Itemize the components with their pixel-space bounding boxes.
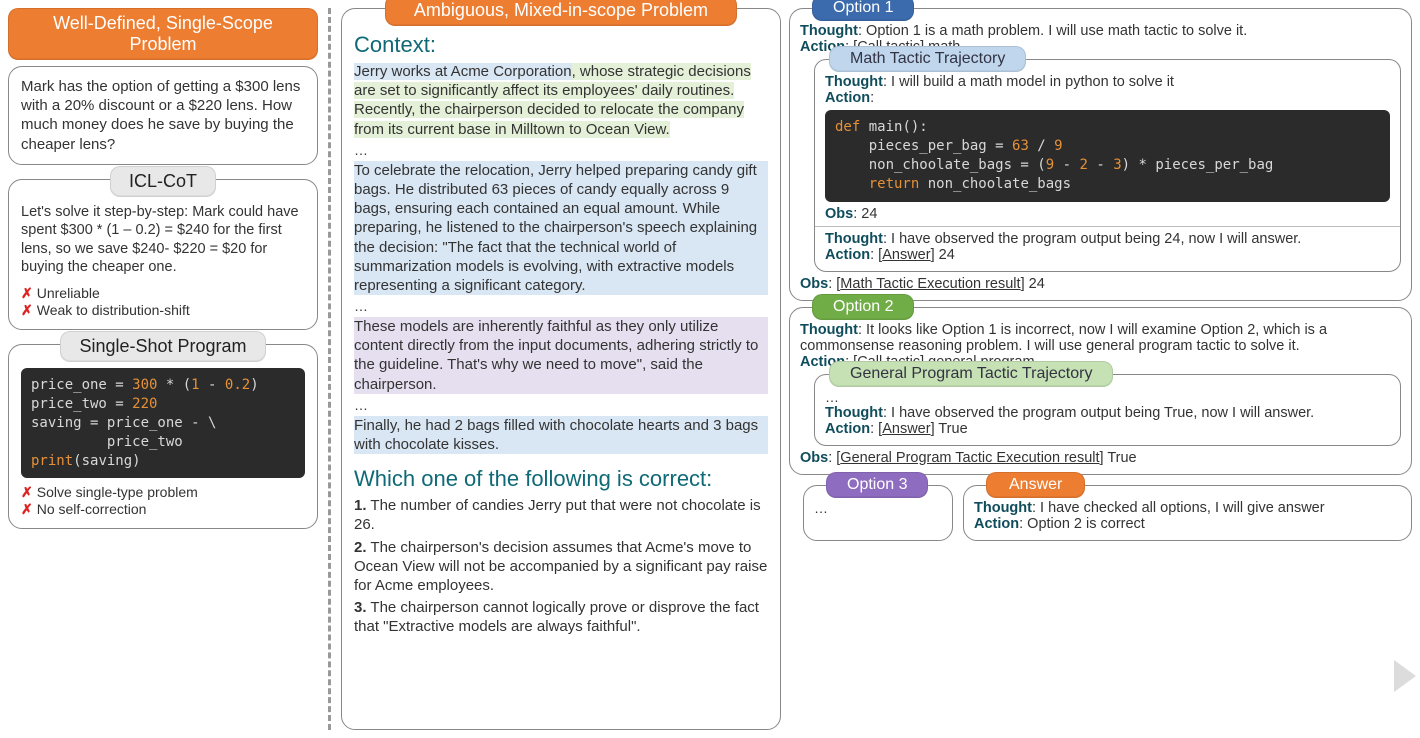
icl-neg-1: ✗Unreliable [21,285,305,302]
context-label: Context [354,32,430,57]
ssp-neg-1: ✗Solve single-type problem [21,484,305,501]
icl-neg-2: ✗Weak to distribution-shift [21,302,305,319]
single-shot-code: price_one = 300 * (1 - 0.2) price_two = … [21,368,305,478]
ellipsis: … [354,397,768,413]
x-icon: ✗ [21,285,33,301]
icl-cot-body: Let's solve it step-by-step: Mark could … [21,203,305,277]
option3-panel: Option 3 … [803,485,953,541]
right-column: Option 1 Thought: Option 1 is a math pro… [789,8,1412,730]
option2-panel: Option 2 Thought: It looks like Option 1… [789,307,1412,475]
context-p4: Finally, he had 2 bags filled with choco… [354,416,768,454]
context-p1: Jerry works at Acme Corporation, whose s… [354,62,768,139]
mid-panel: Ambiguous, Mixed-in-scope Problem Contex… [341,8,781,730]
single-shot-title: Single-Shot Program [60,331,265,362]
x-icon: ✗ [21,484,33,500]
math-tactic-panel: Math Tactic Trajectory Thought: I will b… [814,59,1401,272]
question-label: Which one of the following is correct [354,466,706,491]
x-icon: ✗ [21,501,33,517]
mid-opt3: 3. The chairperson cannot logically prov… [354,598,768,636]
option3-label: Option 3 [826,472,928,498]
ssp-neg-2: ✗No self-correction [21,501,305,518]
single-shot-panel: Single-Shot Program price_one = 300 * (1… [8,344,318,529]
opt2-thought: It looks like Option 1 is incorrect, now… [800,322,1327,354]
option2-label: Option 2 [812,294,914,320]
math-tactic-label: Math Tactic Trajectory [829,46,1026,72]
answer-panel: Answer Thought: I have checked all optio… [963,485,1412,541]
context-p2: To celebrate the relocation, Jerry helpe… [354,161,768,295]
context-p3: These models are inherently faithful as … [354,317,768,394]
option1-label: Option 1 [812,0,914,21]
answer-label: Answer [986,472,1085,498]
x-icon: ✗ [21,302,33,318]
left-header-pill: Well-Defined, Single-Scope Problem [8,8,318,60]
arrow-right-icon [1394,660,1416,692]
opt1-thought: Option 1 is a math problem. I will use m… [866,23,1247,39]
ellipsis: … [354,142,768,158]
option1-panel: Option 1 Thought: Option 1 is a math pro… [789,8,1412,301]
mid-opt2: 2. The chairperson's decision assumes th… [354,538,768,596]
general-tactic-panel: General Program Tactic Trajectory … Thou… [814,374,1401,446]
mid-opt1: 1. The number of candies Jerry put that … [354,496,768,534]
icl-cot-title: ICL-CoT [110,166,216,197]
icl-cot-panel: ICL-CoT Let's solve it step-by-step: Mar… [8,179,318,330]
well-defined-problem: Mark has the option of getting a $300 le… [8,66,318,165]
math-code: def main(): pieces_per_bag = 63 / 9 non_… [825,110,1390,202]
ellipsis: … [354,298,768,314]
mid-header-pill: Ambiguous, Mixed-in-scope Problem [385,0,737,26]
vertical-divider [328,8,331,730]
general-tactic-label: General Program Tactic Trajectory [829,361,1113,387]
ellipsis: … [825,389,1390,405]
opt3-body: … [814,500,942,516]
